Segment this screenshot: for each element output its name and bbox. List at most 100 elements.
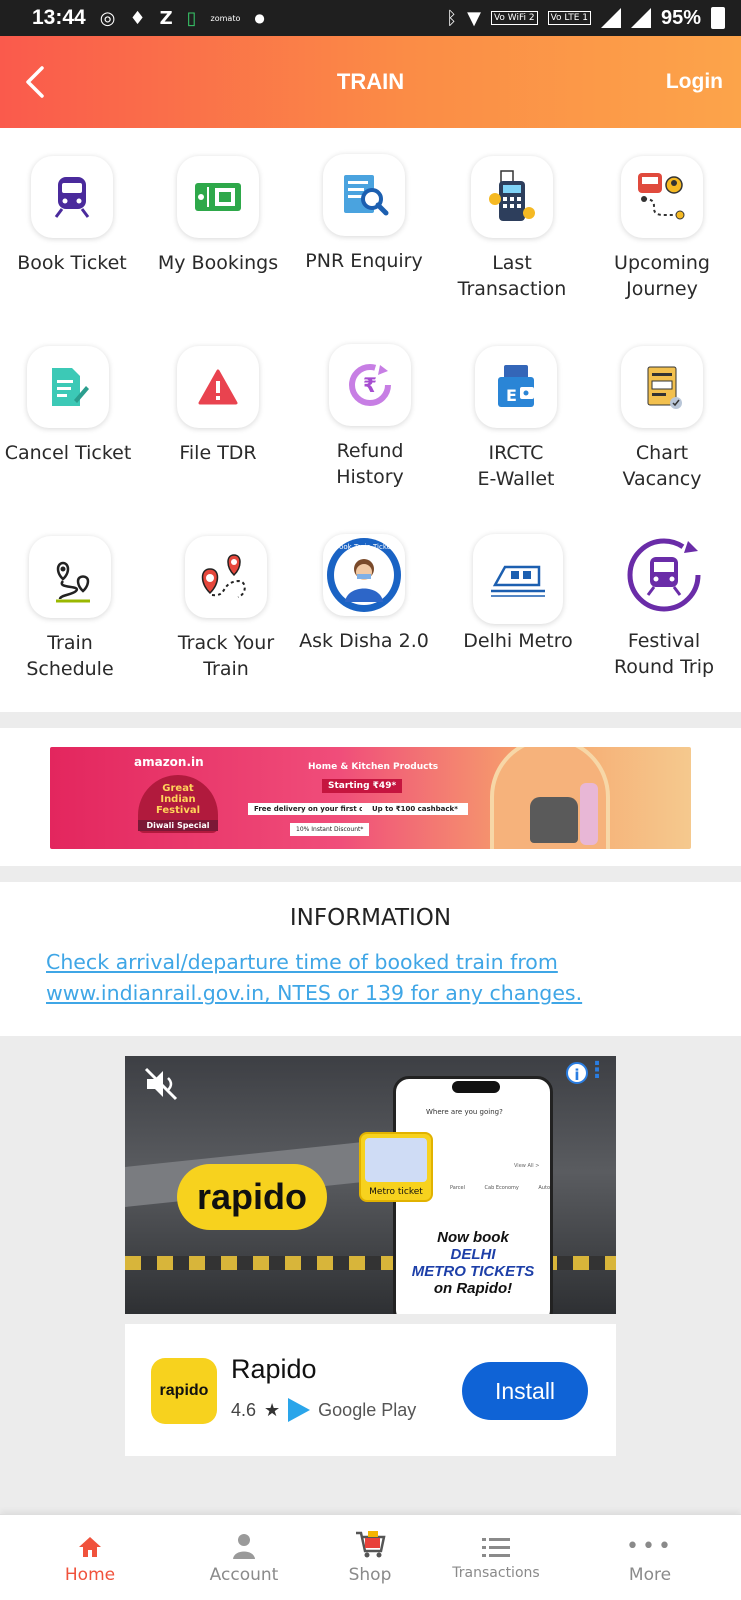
tile-track-your-train[interactable]: Track Your Train bbox=[152, 536, 300, 682]
kettle-image bbox=[530, 797, 578, 843]
tile-label: Cancel Ticket bbox=[4, 442, 132, 464]
section-divider bbox=[0, 712, 741, 728]
ticket-icon bbox=[177, 156, 259, 238]
banner-perk-cashback: Up to ₹100 cashback* bbox=[362, 803, 468, 815]
train-icon bbox=[31, 156, 113, 238]
tile-irctc-ewallet[interactable]: E IRCTC E-Wallet bbox=[442, 346, 590, 492]
metro-ticket-label: Metro ticket bbox=[369, 1187, 423, 1197]
tile-upcoming-journey[interactable]: Upcoming Journey bbox=[588, 156, 736, 302]
app-install-card[interactable]: rapido Rapido 4.6 ★ Google Play Install bbox=[125, 1324, 616, 1456]
edit-document-icon bbox=[27, 346, 109, 428]
information-title: INFORMATION bbox=[289, 905, 452, 931]
tile-book-ticket[interactable]: Book Ticket bbox=[0, 156, 146, 276]
nav-label: More bbox=[628, 1565, 672, 1585]
google-play-icon bbox=[288, 1398, 311, 1422]
tile-label: Refund History bbox=[336, 440, 404, 488]
ad-area: i ⋮ rapido Where are you going? View All… bbox=[0, 1036, 741, 1514]
rupee-refresh-icon: ₹ bbox=[329, 344, 411, 426]
section-divider bbox=[0, 866, 741, 882]
disha-avatar-icon: Book Train Ticket bbox=[323, 534, 405, 616]
zee-icon: Z bbox=[159, 7, 173, 29]
bottom-nav: Home Account Shop Transactions ••• More bbox=[0, 1514, 741, 1600]
rating-value: 4.6 bbox=[231, 1399, 257, 1420]
zomato-icon: zomato bbox=[210, 13, 241, 23]
warning-icon bbox=[177, 346, 259, 428]
signal-icon bbox=[600, 8, 621, 28]
tile-label: Festival Round Trip bbox=[613, 630, 715, 678]
service-grid: Book Ticket My Bookings PNR Enquiry Last… bbox=[0, 128, 741, 710]
phone-notch bbox=[452, 1081, 500, 1093]
cta-line: DELHI bbox=[450, 1246, 496, 1263]
round-trip-train-icon bbox=[623, 534, 705, 616]
tile-pnr-enquiry[interactable]: PNR Enquiry bbox=[290, 154, 438, 274]
tile-label: Train Schedule bbox=[26, 632, 114, 680]
tile-chart-vacancy[interactable]: Chart Vacancy bbox=[588, 346, 736, 492]
tile-label: IRCTC E-Wallet bbox=[477, 442, 555, 490]
nav-transactions[interactable]: Transactions bbox=[422, 1515, 570, 1600]
tile-cancel-ticket[interactable]: Cancel Ticket bbox=[0, 346, 142, 466]
svg-text:Book Train Ticket: Book Train Ticket bbox=[334, 543, 394, 551]
battery-icon bbox=[711, 7, 725, 29]
signal-icon-2 bbox=[630, 8, 651, 28]
metro-train-image bbox=[365, 1138, 427, 1182]
wifi-icon: ▼ bbox=[467, 7, 481, 29]
tile-file-tdr[interactable]: File TDR bbox=[144, 346, 292, 466]
journey-route-icon bbox=[621, 156, 703, 238]
phone-tile: Cab Economy bbox=[484, 1185, 519, 1191]
tile-label: Chart Vacancy bbox=[622, 442, 702, 490]
pos-machine-icon bbox=[471, 156, 553, 238]
route-pin-icon bbox=[29, 536, 111, 618]
rapido-app-icon: rapido bbox=[151, 1358, 217, 1424]
ad-menu-icon[interactable]: ⋮ bbox=[586, 1058, 608, 1083]
tile-train-schedule[interactable]: Train Schedule bbox=[0, 536, 144, 682]
mute-icon[interactable] bbox=[143, 1066, 179, 1102]
phone-cta: Now book DELHI METRO TICKETS on Rapido! bbox=[396, 1229, 550, 1297]
cta-line: on Rapido! bbox=[433, 1280, 513, 1297]
star-icon: ★ bbox=[264, 1399, 281, 1420]
page-title: TRAIN bbox=[336, 69, 405, 94]
tile-festival-round-trip[interactable]: Festival Round Trip bbox=[590, 534, 738, 680]
amazon-logo: amazon.in bbox=[134, 755, 204, 769]
chart-icon bbox=[621, 346, 703, 428]
document-search-icon bbox=[323, 154, 405, 236]
tile-refund-history[interactable]: ₹ Refund History bbox=[296, 344, 444, 490]
tile-label: Ask Disha 2.0 bbox=[299, 630, 429, 652]
tile-label: My Bookings bbox=[157, 252, 279, 274]
home-icon bbox=[16, 1515, 164, 1559]
tile-my-bookings[interactable]: My Bookings bbox=[144, 156, 292, 276]
nav-more[interactable]: ••• More bbox=[576, 1515, 724, 1600]
cta-line: Now book bbox=[437, 1229, 509, 1246]
tile-label: Track Your Train bbox=[177, 632, 275, 680]
tile-label: Book Ticket bbox=[17, 252, 127, 274]
wifi-tag: Vo WiFi 2 bbox=[490, 11, 538, 25]
ad-info-icon[interactable]: i bbox=[566, 1062, 588, 1084]
cta-line: METRO TICKETS bbox=[411, 1263, 535, 1280]
banner-price: Starting ₹49* bbox=[322, 779, 403, 793]
phone-view-all: View All > bbox=[514, 1163, 540, 1169]
status-bar: 13:44 ◎ ♦ Z ▯ zomato ● ᛒ ▼ Vo WiFi 2 Vo … bbox=[0, 0, 741, 36]
amazon-ad-banner[interactable]: amazon.in Great Indian Festival Diwali S… bbox=[50, 747, 691, 849]
app-header: TRAIN Login bbox=[0, 36, 741, 128]
festival-sub: Diwali Special bbox=[138, 820, 218, 831]
tile-label: PNR Enquiry bbox=[305, 250, 423, 272]
tile-label: Upcoming Journey bbox=[614, 252, 710, 300]
track-location-icon bbox=[185, 536, 267, 618]
information-link[interactable]: Check arrival/departure time of booked t… bbox=[46, 947, 686, 1009]
festival-badge: Great Indian Festival Diwali Special bbox=[138, 775, 218, 833]
tile-delhi-metro[interactable]: Delhi Metro bbox=[444, 534, 592, 654]
more-dots-icon: ••• bbox=[626, 1534, 674, 1559]
rapido-brand: rapido bbox=[177, 1164, 327, 1230]
app-rating: 4.6 ★ Google Play bbox=[231, 1398, 416, 1422]
tile-last-transaction[interactable]: Last Transaction bbox=[438, 156, 586, 302]
bottle-image bbox=[580, 783, 598, 845]
install-button[interactable]: Install bbox=[462, 1362, 588, 1420]
phone-tile: Parcel bbox=[450, 1185, 466, 1191]
svg-text:₹: ₹ bbox=[363, 373, 377, 397]
wallet-icon: E bbox=[475, 346, 557, 428]
tile-ask-disha[interactable]: Book Train Ticket Ask Disha 2.0 bbox=[290, 534, 438, 654]
video-ad[interactable]: i ⋮ rapido Where are you going? View All… bbox=[125, 1056, 616, 1314]
login-button[interactable]: Login bbox=[666, 70, 723, 94]
status-time: 13:44 bbox=[32, 6, 86, 29]
metro-ticket-tile: Metro ticket bbox=[359, 1132, 433, 1202]
nav-home[interactable]: Home bbox=[16, 1515, 164, 1600]
